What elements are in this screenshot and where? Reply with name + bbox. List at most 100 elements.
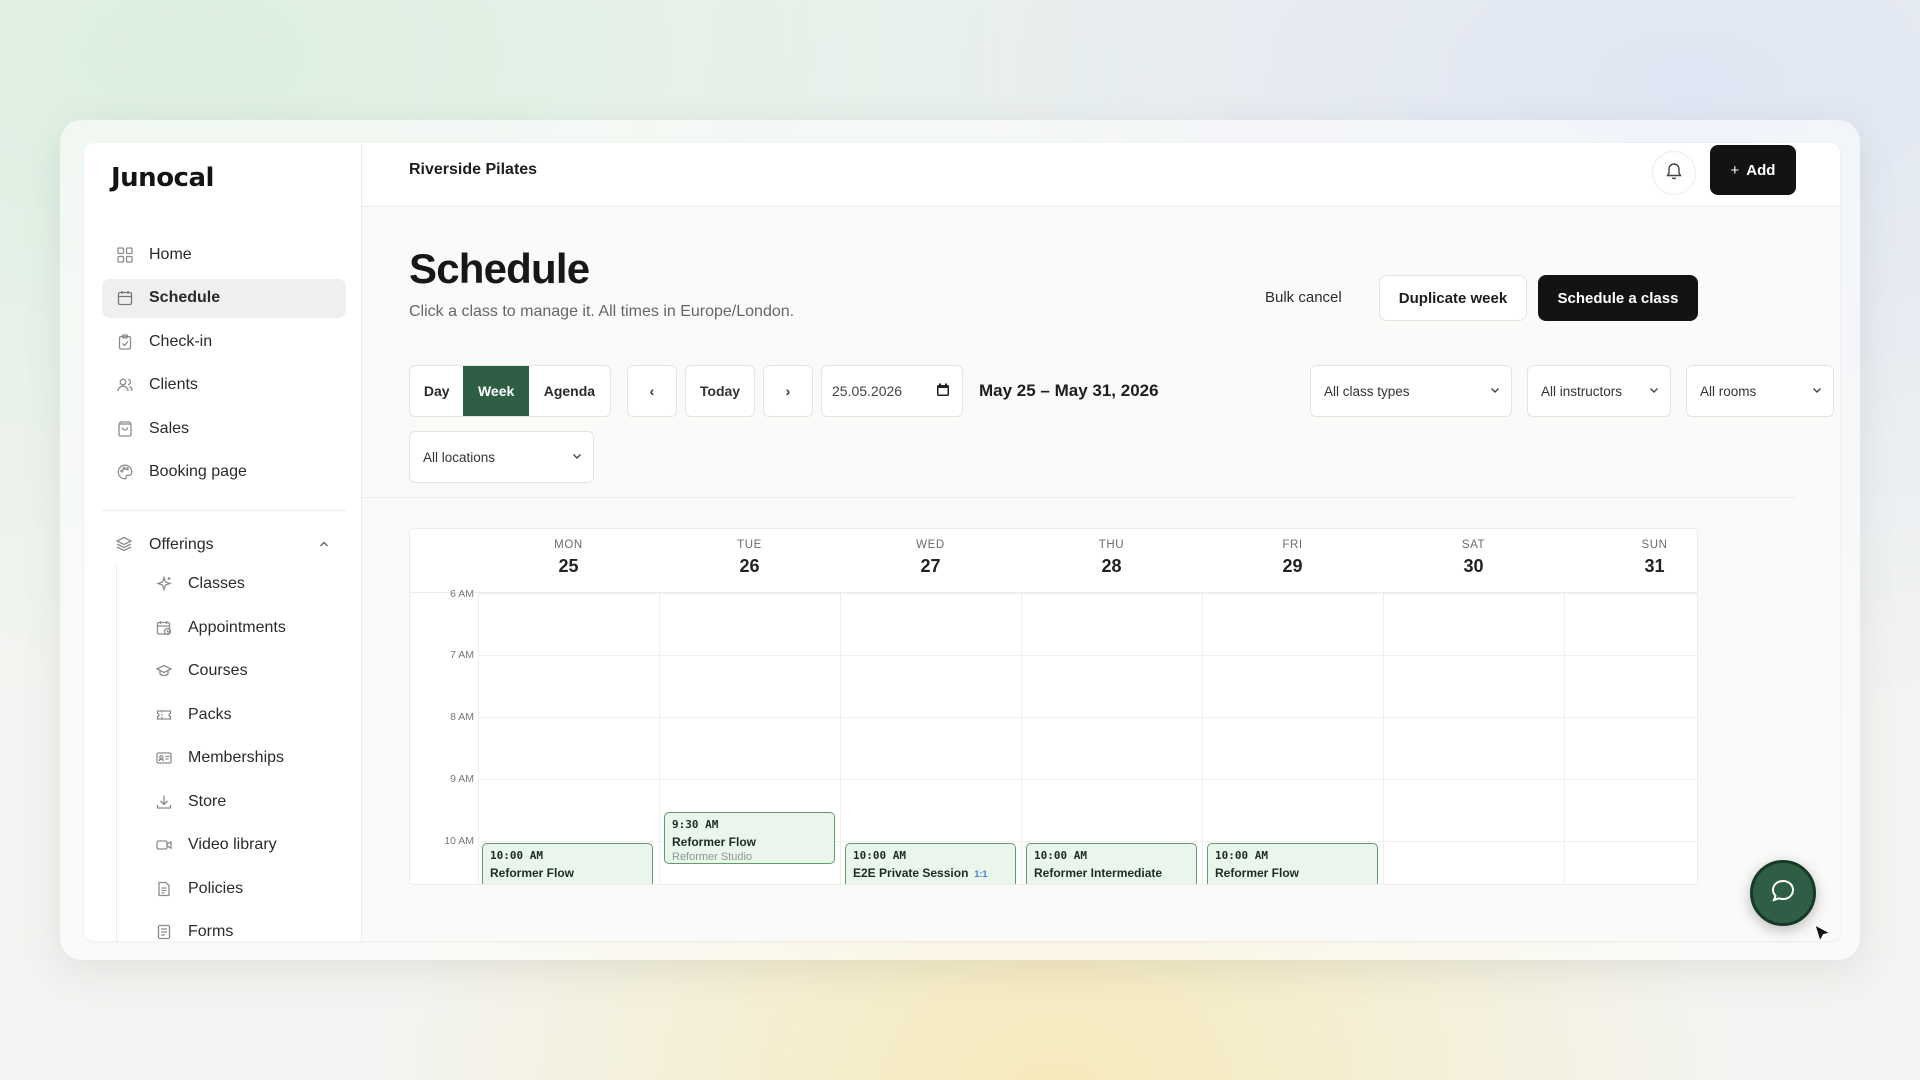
day-header-wed[interactable]: WED 27 <box>840 529 1021 593</box>
sidebar-item-label: Check-in <box>149 332 213 350</box>
next-week-button[interactable]: › <box>763 365 813 417</box>
date-picker-input[interactable]: 25.05.2026 <box>821 365 963 417</box>
id-card-icon <box>155 749 173 767</box>
week-calendar: MON 25 TUE 26 WED 27 THU 28 FRI 29 SAT 3… <box>409 528 1698 885</box>
view-switcher: Day Week Agenda <box>409 365 611 417</box>
calendar-grid[interactable]: 6 AM 7 AM 8 AM 9 AM 10 AM 10:00 AM Refor… <box>410 588 1697 884</box>
view-week-tab[interactable]: Week <box>463 366 529 416</box>
day-of-week: TUE <box>737 539 762 551</box>
date-value: 25.05.2026 <box>832 383 903 399</box>
main-content: Schedule Click a class to manage it. All… <box>362 207 1840 941</box>
chevron-down-icon <box>571 450 583 465</box>
sidebar-item-memberships[interactable]: Memberships <box>155 739 346 779</box>
calendar-clock-icon <box>155 619 173 637</box>
sidebar-item-video-library[interactable]: Video library <box>155 826 346 866</box>
calendar-icon[interactable] <box>936 383 950 400</box>
schedule-class-button[interactable]: Schedule a class <box>1538 275 1698 321</box>
day-number: 26 <box>739 556 760 576</box>
chevron-left-icon: ‹ <box>649 383 655 399</box>
ticket-icon <box>155 706 173 724</box>
sidebar-item-schedule[interactable]: Schedule <box>102 278 346 318</box>
sidebar-item-forms[interactable]: Forms <box>155 913 346 942</box>
sidebar-item-label: Appointments <box>188 618 286 636</box>
date-range-label: May 25 – May 31, 2026 <box>979 381 1159 400</box>
bulk-cancel-button[interactable]: Bulk cancel <box>1265 289 1342 306</box>
sidebar-item-policies[interactable]: Policies <box>155 869 346 909</box>
sidebar-item-label: Video library <box>188 836 277 854</box>
room-filter[interactable]: All rooms <box>1686 365 1834 417</box>
sidebar-item-courses[interactable]: Courses <box>155 652 346 692</box>
sidebar-item-appointments[interactable]: Appointments <box>155 608 346 648</box>
day-number: 30 <box>1463 556 1484 576</box>
class-type-filter-value: All class types <box>1324 383 1410 399</box>
event-time: 10:00 AM <box>1215 849 1268 862</box>
chat-support-button[interactable] <box>1750 860 1816 926</box>
view-day-tab[interactable]: Day <box>410 366 463 416</box>
hour-line <box>478 841 1697 842</box>
hour-label: 6 AM <box>450 588 474 600</box>
class-event[interactable]: 10:00 AM Reformer Flow <box>482 843 653 884</box>
palette-icon <box>116 463 134 481</box>
event-time: 10:00 AM <box>1034 849 1087 862</box>
hour-label: 10 AM <box>444 835 474 847</box>
offerings-subnav: Classes Appointments Courses Packs Membe… <box>116 564 346 942</box>
class-event[interactable]: 10:00 AM E2E Private Session 1:1 <box>845 843 1016 884</box>
calendar-header: MON 25 TUE 26 WED 27 THU 28 FRI 29 SAT 3… <box>410 529 1697 593</box>
sidebar-item-check-in[interactable]: Check-in <box>102 322 346 361</box>
sidebar-item-packs[interactable]: Packs <box>155 695 346 735</box>
sidebar-item-label: Memberships <box>188 749 285 767</box>
day-header-thu[interactable]: THU 28 <box>1021 529 1202 593</box>
chevron-up-icon[interactable] <box>318 537 330 555</box>
add-button[interactable]: + Add <box>1710 145 1796 195</box>
private-session-badge: 1:1 <box>974 869 988 879</box>
day-header-fri[interactable]: FRI 29 <box>1202 529 1383 593</box>
class-event[interactable]: 9:30 AM Reformer Flow Reformer Studio <box>664 812 835 864</box>
day-of-week: SAT <box>1461 539 1486 551</box>
sidebar-item-label: Sales <box>149 419 190 437</box>
duplicate-week-button[interactable]: Duplicate week <box>1379 275 1527 321</box>
day-of-week: WED <box>916 539 945 551</box>
day-number: 28 <box>1101 556 1122 576</box>
class-type-filter[interactable]: All class types <box>1310 365 1512 417</box>
class-event[interactable]: 10:00 AM Reformer Flow <box>1207 843 1378 884</box>
app-logo[interactable]: Junocal <box>111 163 214 193</box>
sidebar-item-clients[interactable]: Clients <box>102 366 346 405</box>
sidebar-item-label: Booking page <box>149 463 247 480</box>
event-location: Reformer Studio <box>672 851 753 863</box>
class-event[interactable]: 10:00 AM Reformer Intermediate <box>1026 843 1197 884</box>
document-icon <box>155 880 173 898</box>
instructor-filter[interactable]: All instructors <box>1527 365 1671 417</box>
chevron-down-icon <box>1648 384 1660 399</box>
day-number: 27 <box>920 556 941 576</box>
room-filter-value: All rooms <box>1700 383 1757 399</box>
toolbar-divider <box>362 497 1795 498</box>
today-button[interactable]: Today <box>685 365 755 417</box>
notifications-button[interactable] <box>1652 151 1696 195</box>
day-header-tue[interactable]: TUE 26 <box>659 529 840 593</box>
event-name: Reformer Flow <box>672 835 757 849</box>
sidebar-item-booking-page[interactable]: Booking page <box>102 453 346 492</box>
sidebar-group-offerings[interactable]: Offerings <box>102 525 346 565</box>
app-window: Junocal Home Schedule Check-in Clients S… <box>84 143 1840 941</box>
sidebar-item-home[interactable]: Home <box>102 235 346 274</box>
day-header-mon[interactable]: MON 25 <box>478 529 659 593</box>
studio-name[interactable]: Riverside Pilates <box>409 161 537 179</box>
grid-icon <box>116 246 134 264</box>
sidebar-item-store[interactable]: Store <box>155 782 346 822</box>
day-of-week: MON <box>554 539 583 551</box>
instructor-filter-value: All instructors <box>1541 383 1623 399</box>
day-header-sat[interactable]: SAT 30 <box>1383 529 1564 593</box>
sidebar-item-label: Policies <box>188 879 244 897</box>
event-time: 10:00 AM <box>490 849 543 862</box>
sidebar-item-classes[interactable]: Classes <box>155 565 346 605</box>
location-filter-value: All locations <box>423 449 496 465</box>
day-header-sun[interactable]: SUN 31 <box>1564 529 1697 593</box>
hour-label: 7 AM <box>450 649 474 661</box>
sidebar-item-sales[interactable]: Sales <box>102 409 346 448</box>
calendar-icon <box>116 289 134 307</box>
view-agenda-tab[interactable]: Agenda <box>529 366 610 416</box>
location-filter[interactable]: All locations <box>409 431 594 483</box>
prev-week-button[interactable]: ‹ <box>627 365 677 417</box>
page-subtitle: Click a class to manage it. All times in… <box>409 303 795 320</box>
sidebar-item-label: Packs <box>188 705 232 723</box>
